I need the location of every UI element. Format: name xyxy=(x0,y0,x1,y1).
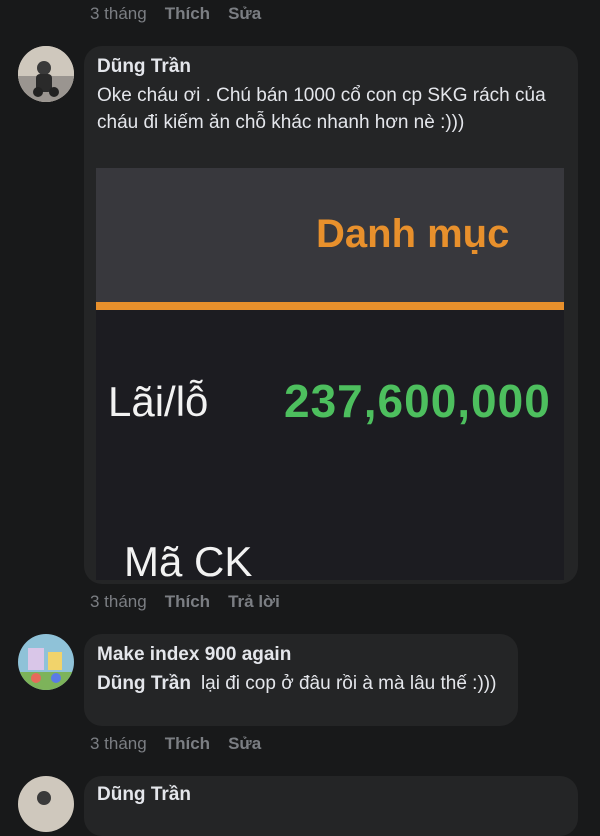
comment-actions-top: 3 tháng Thích Sửa xyxy=(90,4,261,24)
comment-image-attachment[interactable]: Danh mục Lãi/lỗ 237,600,000 Mã CK xyxy=(96,168,564,580)
profit-loss-label: Lãi/lỗ xyxy=(108,378,209,425)
like-button[interactable]: Thích xyxy=(165,734,210,754)
attachment-divider xyxy=(96,302,564,310)
stock-code-label: Mã CK xyxy=(124,538,253,580)
timestamp: 3 tháng xyxy=(90,4,147,23)
avatar-photo xyxy=(18,776,74,832)
profit-loss-value: 237,600,000 xyxy=(284,375,551,427)
like-button[interactable]: Thích xyxy=(165,592,210,612)
avatar[interactable] xyxy=(18,776,74,832)
timestamp: 3 tháng xyxy=(90,592,147,611)
avatar[interactable] xyxy=(18,634,74,690)
comment-author[interactable]: Make index 900 again xyxy=(97,644,291,666)
comment-bubble: Dũng Trần xyxy=(84,776,578,836)
comment-author[interactable]: Dũng Trần xyxy=(97,784,191,806)
edit-button[interactable]: Sửa xyxy=(228,4,261,24)
reply-button[interactable]: Trả lời xyxy=(228,592,280,612)
avatar-photo xyxy=(18,46,74,102)
edit-button[interactable]: Sửa xyxy=(228,734,261,754)
attachment-title: Danh mục xyxy=(316,212,510,256)
comment-author[interactable]: Dũng Trần xyxy=(97,56,191,78)
avatar-cartoon xyxy=(18,634,74,690)
comment-bubble: Make index 900 again Dũng Trần lại đi cop… xyxy=(84,634,518,726)
comment-actions: 3 tháng Thích Sửa xyxy=(90,734,261,754)
avatar[interactable] xyxy=(18,46,74,102)
mention-link[interactable]: Dũng Trần xyxy=(97,673,191,694)
comment-body: lại đi cop ở đâu rồi à mà lâu thế :))) xyxy=(200,673,497,694)
timestamp: 3 tháng xyxy=(90,734,147,753)
comment-text: Oke cháu ơi . Chú bán 1000 cổ con cp SKG… xyxy=(97,85,546,133)
like-button[interactable]: Thích xyxy=(165,4,210,24)
comment-text: Dũng Trần lại đi cop ở đâu rồi à mà lâu t… xyxy=(97,670,507,697)
comment-actions: 3 tháng Thích Trả lời xyxy=(90,592,280,612)
